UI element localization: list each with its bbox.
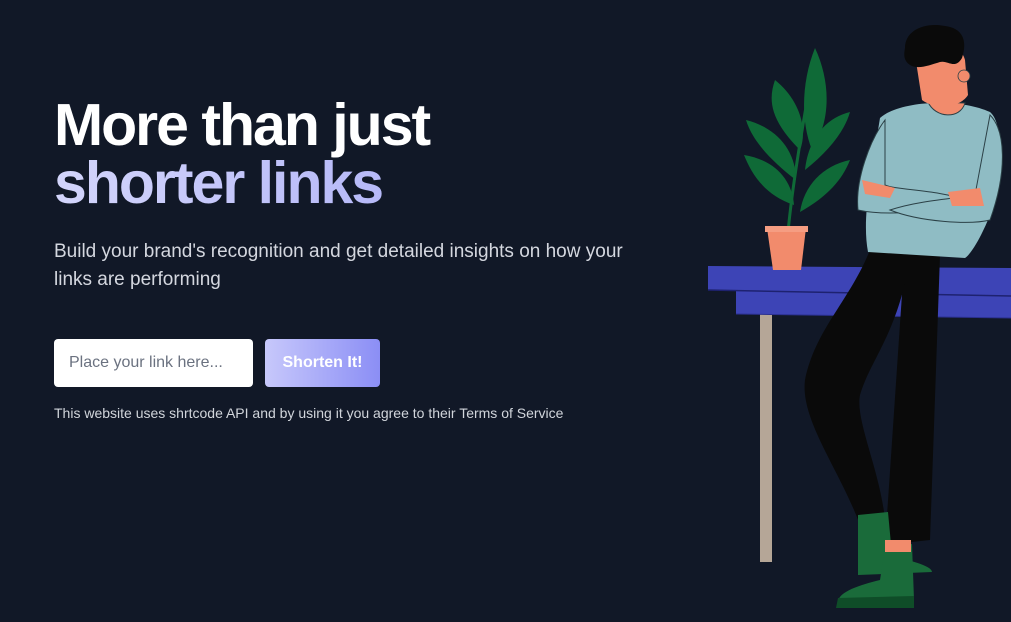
plant-icon xyxy=(744,48,850,270)
person-leaning-on-table-illustration xyxy=(707,24,1011,608)
shorten-form: Shorten It! xyxy=(54,339,380,387)
link-input[interactable] xyxy=(54,339,253,387)
table-leg xyxy=(760,300,772,562)
terms-notice: This website uses shrtcode API and by us… xyxy=(54,405,564,421)
hero-subtitle: Build your brand's recognition and get d… xyxy=(54,241,623,290)
hero-headline: More than just shorter links xyxy=(54,92,694,213)
headline-line-1: More than just xyxy=(54,92,431,158)
hero-section: More than just shorter links Build your … xyxy=(54,96,694,294)
shorten-button[interactable]: Shorten It! xyxy=(265,339,380,387)
headline-line-2: shorter links xyxy=(54,154,694,213)
